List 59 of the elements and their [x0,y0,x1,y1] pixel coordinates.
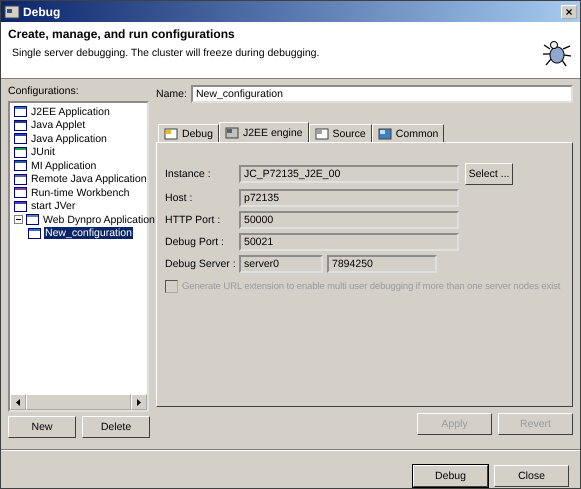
scroll-right-button[interactable] [131,394,147,410]
read-only-field[interactable]: JC_P72135_J2E_00 [239,165,459,183]
tree-item[interactable]: Run-time Workbench [30,186,130,199]
read-only-field[interactable]: server0 [239,255,323,273]
window-icon [14,106,27,118]
header-message: Single server debugging. The cluster will freeze during debugging. [11,47,320,59]
tab[interactable]: Debug [158,124,219,142]
window-icon [28,228,41,239]
close-button[interactable]: × [561,4,577,18]
tree-item[interactable]: Java Application [30,132,108,145]
new-button[interactable]: New [8,416,76,438]
name-field[interactable]: New_configuration [190,85,573,103]
window-icon [14,160,27,172]
tab-icon [224,126,239,138]
window-icon [14,187,27,198]
window-icon [26,214,39,226]
tree-item[interactable]: JUnit [30,146,56,158]
tab-icon [314,128,328,140]
read-only-field[interactable]: 50021 [239,233,459,251]
tree-item[interactable]: New_configuration [44,227,133,240]
field-label: Debug Server : [165,258,235,270]
delete-button[interactable]: Delete [82,416,150,438]
window-icon [14,174,27,185]
read-only-field[interactable]: 50000 [239,211,459,229]
field-label: Host : [165,192,194,204]
field-label: Debug Port : [165,236,225,248]
tree-item[interactable]: start JVer [30,200,76,212]
tab-icon [378,128,392,140]
tab[interactable]: Source [308,124,372,142]
field-label: HTTP Port : [165,214,222,226]
window-icon [14,146,27,158]
tree-item[interactable]: Remote Java Application [30,173,148,186]
scrollbar-thumb[interactable] [26,394,131,410]
close-dialog-button[interactable]: Close [494,465,569,487]
app-icon [4,4,20,18]
tree-item[interactable]: Web Dynpro Application [42,214,156,226]
right-arrow-icon [137,398,141,406]
tree-item[interactable]: MI Application [30,160,98,172]
tree-item[interactable]: J2EE Application [30,106,111,118]
tab[interactable]: J2EE engine [218,122,308,142]
read-only-field[interactable]: 7894250 [327,255,437,273]
select-button[interactable]: Select ... [465,163,513,185]
left-arrow-icon [16,398,20,406]
configurations-label: Configurations: [8,85,80,97]
tab-icon [164,128,178,140]
tree-item[interactable]: Java Applet [30,119,86,132]
name-label: Name: [156,88,187,100]
checkbox-label: Generate URL extension to enable multi user debugging if more than one server nodes exist [182,281,560,292]
scroll-left-button[interactable] [10,394,26,410]
header-title: Create, manage, and run configurations [8,27,236,41]
read-only-field[interactable]: p72135 [239,189,459,207]
window-icon [14,120,27,131]
window-icon [14,200,27,212]
field-label: Instance : [165,168,212,180]
tab[interactable]: Common [372,124,444,142]
collapse-icon[interactable] [14,215,23,224]
window-title: Debug [23,4,62,18]
window-icon [14,133,27,144]
debug-button[interactable]: Debug [413,465,488,487]
